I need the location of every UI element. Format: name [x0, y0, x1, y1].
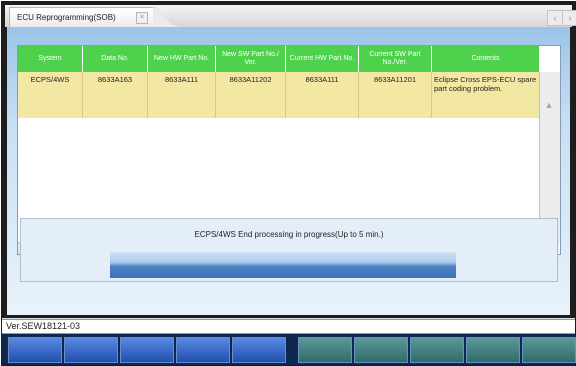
- cell-data-no: 8633A163: [83, 72, 148, 118]
- vertical-scrollbar[interactable]: ▲ ▼: [539, 72, 560, 242]
- function-key-6[interactable]: [298, 337, 352, 363]
- cell-current-sw-part-no: 8633A11201: [359, 72, 432, 118]
- tab-edge: [153, 7, 183, 27]
- app-window: ECU Reprogramming(SOB) × ‹ › System Data…: [1, 1, 576, 366]
- tab-label: ECU Reprogramming(SOB): [17, 13, 116, 22]
- cell-new-sw-part-no: 8633A11202: [216, 72, 286, 118]
- status-bar: Ver.SEW18121-03: [2, 319, 575, 334]
- cell-system: ECPS/4WS: [18, 72, 83, 118]
- function-key-7[interactable]: [354, 337, 408, 363]
- function-key-4[interactable]: [176, 337, 230, 363]
- function-key-9[interactable]: [466, 337, 520, 363]
- column-header-new-sw-part-no: New SW Part No./ Ver.: [216, 46, 286, 72]
- progress-message: ECPS/4WS End processing in progress(Up t…: [194, 230, 384, 239]
- progress-panel: ECPS/4WS End processing in progress(Up t…: [20, 218, 558, 282]
- progress-bar-fill: [110, 252, 456, 278]
- function-key-10[interactable]: [522, 337, 576, 363]
- column-header-new-hw-part-no: New HW Part No.: [148, 46, 216, 72]
- function-key-3[interactable]: [120, 337, 174, 363]
- tab-close-icon[interactable]: ×: [136, 12, 148, 24]
- column-header-current-hw-part-no: Current HW Part No.: [286, 46, 359, 72]
- chevron-right-icon[interactable]: ›: [562, 10, 576, 26]
- content-frame: ECU Reprogramming(SOB) × ‹ › System Data…: [2, 2, 576, 318]
- chevron-left-icon[interactable]: ‹: [547, 10, 563, 26]
- scroll-up-icon[interactable]: ▲: [542, 98, 556, 112]
- function-key-8[interactable]: [410, 337, 464, 363]
- function-key-5[interactable]: [232, 337, 286, 363]
- column-header-system: System: [18, 46, 83, 72]
- tab-bar: ECU Reprogramming(SOB) × ‹ ›: [5, 5, 576, 28]
- function-key-1[interactable]: [8, 337, 62, 363]
- function-key-bar: [2, 334, 576, 365]
- progress-bar: [110, 252, 456, 278]
- tab-ecu-reprogramming[interactable]: ECU Reprogramming(SOB) ×: [9, 7, 156, 28]
- cell-new-hw-part-no: 8633A111: [148, 72, 216, 118]
- column-header-current-sw-part-no: Current SW Part No./Ver.: [359, 46, 432, 72]
- function-key-2[interactable]: [64, 337, 118, 363]
- table-row[interactable]: ECPS/4WS 8633A163 8633A111 8633A11202 86…: [18, 72, 539, 118]
- column-header-data-no: Data No.: [83, 46, 148, 72]
- cell-contents: Eclipse Cross EPS-ECU spare part coding …: [434, 75, 537, 93]
- table-header: System Data No. New HW Part No. New SW P…: [18, 46, 539, 72]
- version-label: Ver.SEW18121-03: [6, 321, 81, 331]
- cell-current-hw-part-no: 8633A111: [286, 72, 359, 118]
- column-header-contents: Contents: [432, 46, 539, 72]
